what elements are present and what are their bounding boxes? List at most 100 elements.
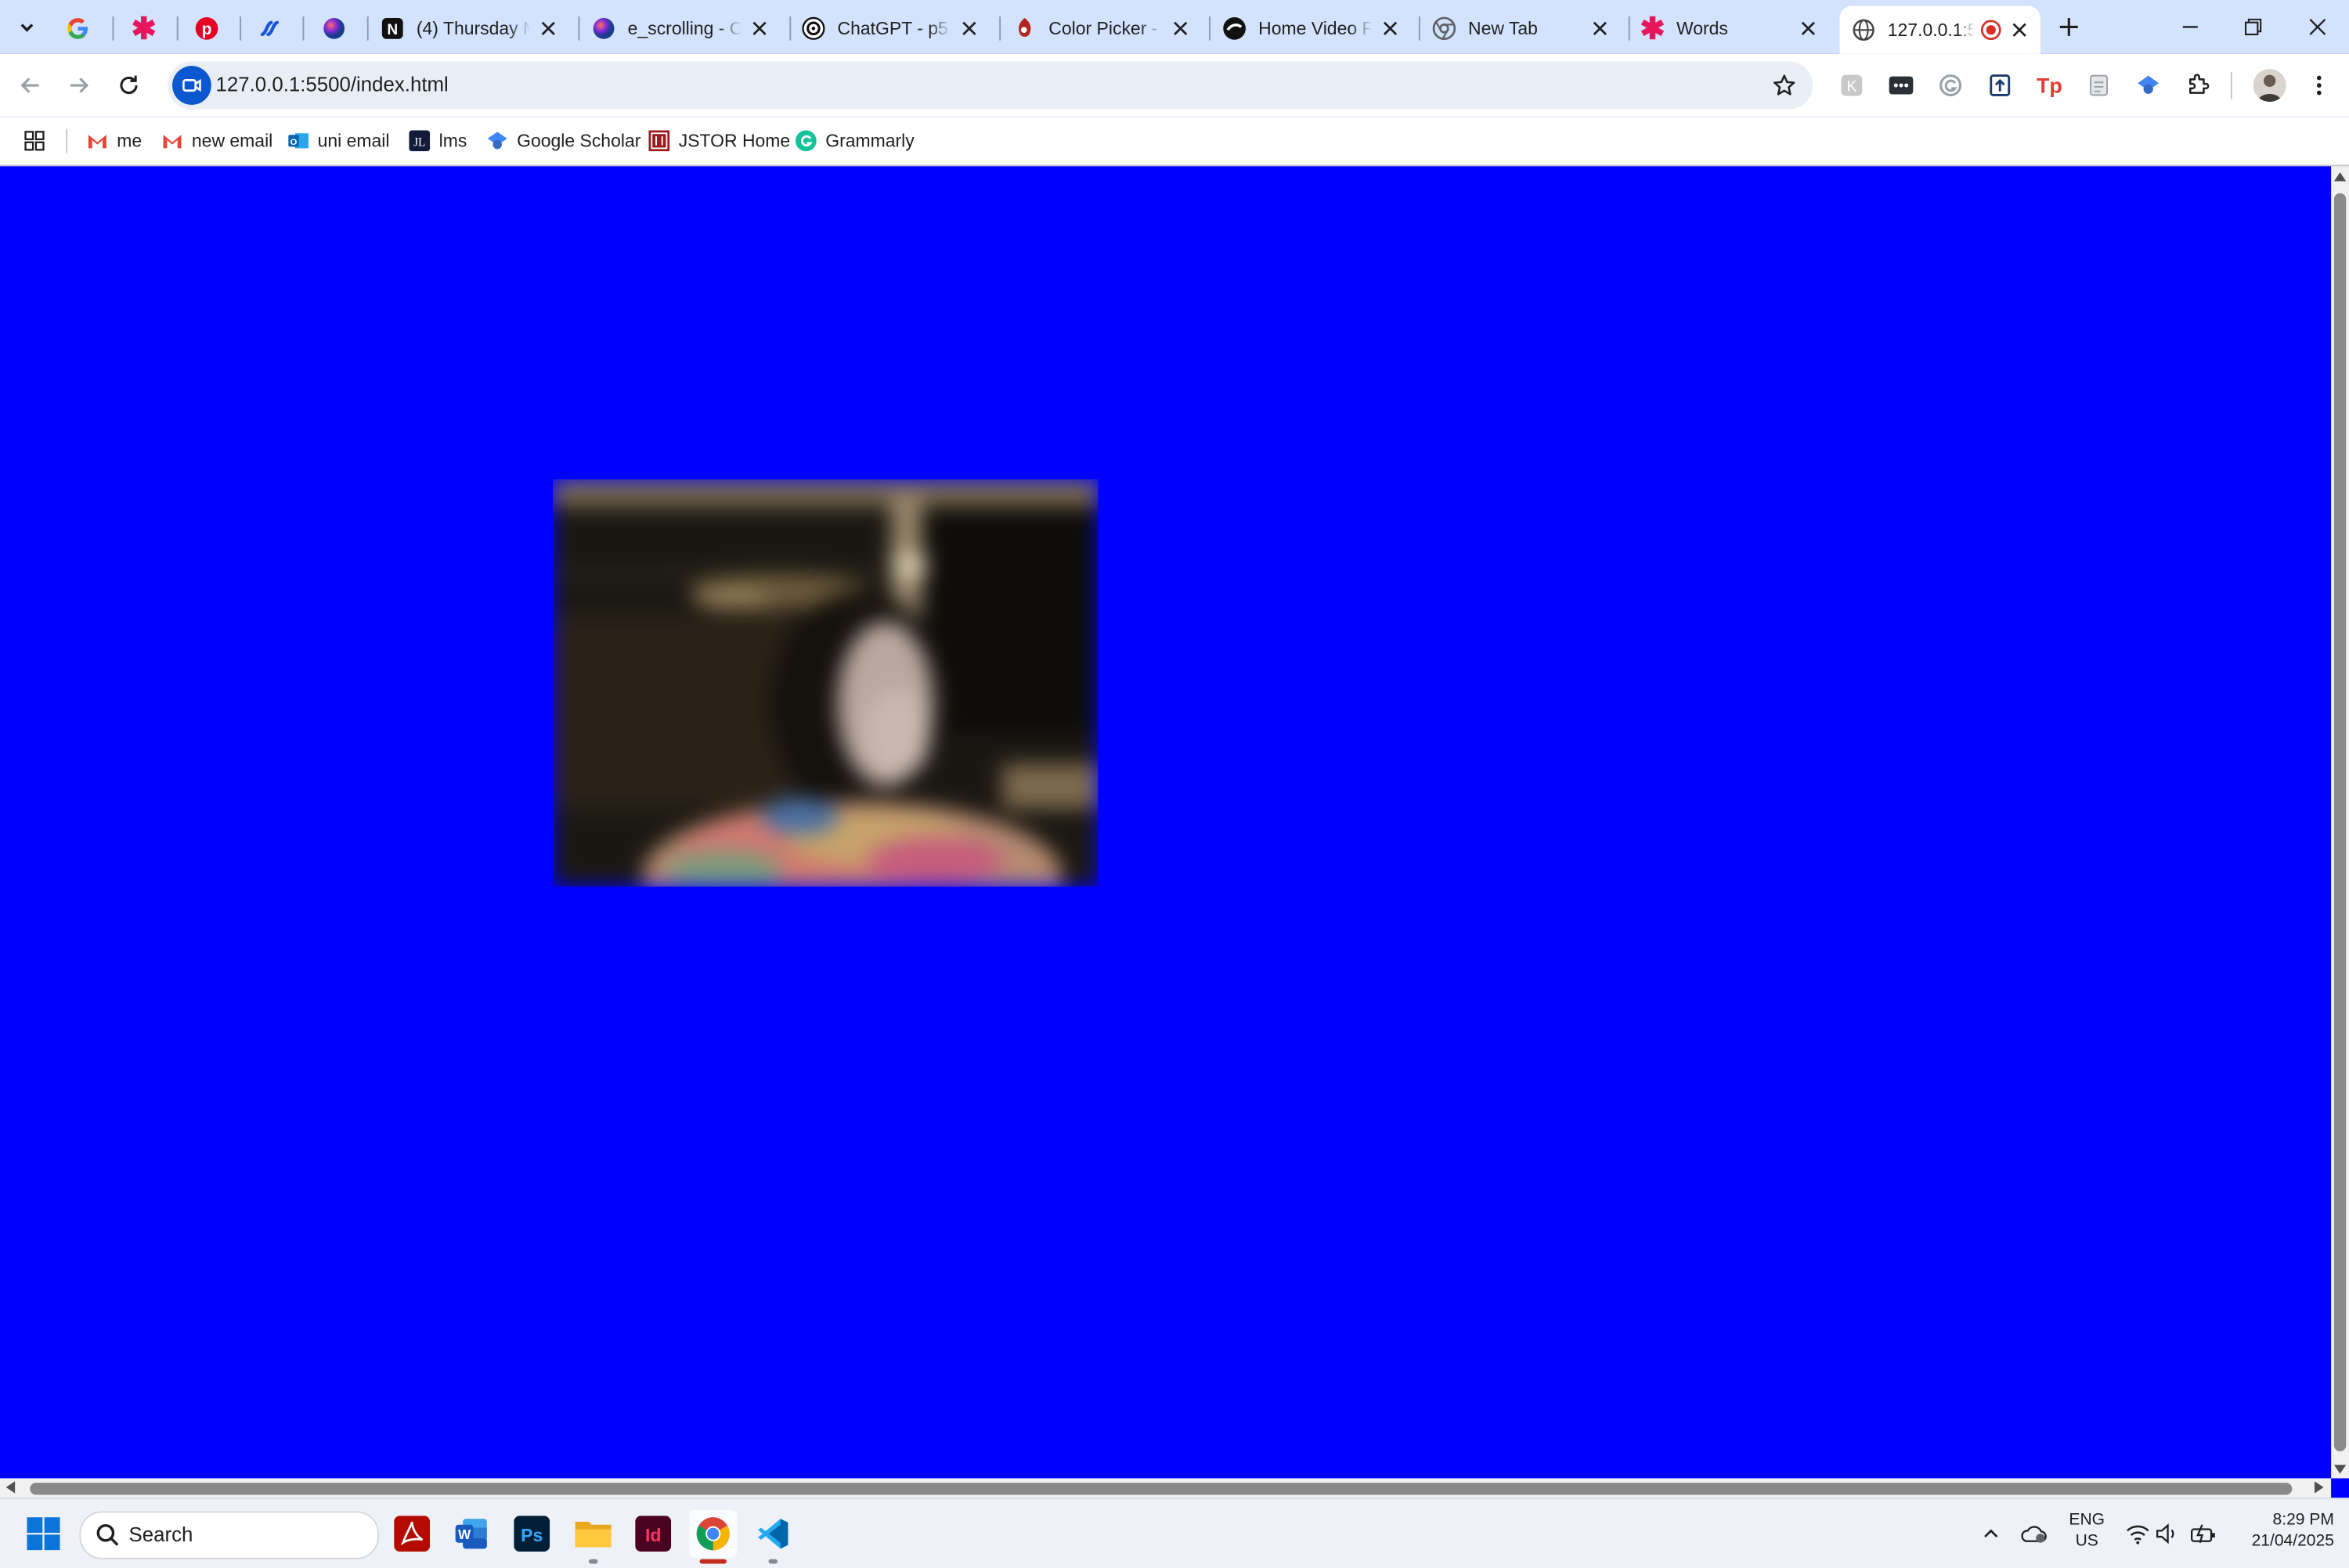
photoshop-icon[interactable]: Ps — [508, 1510, 556, 1558]
tab-localhost-active[interactable]: 127.0.0.1:55 — [1839, 5, 2040, 54]
back-button[interactable] — [9, 64, 51, 106]
scroll-left-arrow-icon[interactable] — [5, 1481, 16, 1494]
clock-time: 8:29 PM — [2272, 1511, 2334, 1530]
tab-color-picker[interactable]: Color Picker - C — [1012, 6, 1201, 51]
taskbar-search-box[interactable]: Search — [79, 1511, 380, 1559]
bookmark-me[interactable]: me — [87, 126, 142, 156]
tp-icon[interactable]: Tp — [2034, 70, 2064, 100]
tab-asterisk[interactable]: ✱ — [132, 6, 164, 51]
tab-title: ChatGPT - p5.js — [837, 17, 951, 39]
vertical-scroll-thumb[interactable] — [2333, 193, 2347, 1451]
vertical-scrollbar[interactable] — [2331, 166, 2349, 1479]
globe-icon — [1852, 18, 1876, 42]
acrobat-icon[interactable] — [388, 1510, 436, 1558]
start-icon[interactable] — [20, 1510, 67, 1558]
google-icon — [66, 16, 90, 41]
region-label: US — [2075, 1532, 2098, 1551]
chevron-up-icon[interactable] — [1978, 1520, 2004, 1547]
tab-home-video[interactable]: Home Video Fo — [1222, 6, 1411, 51]
minimize-button[interactable] — [2159, 0, 2221, 54]
bookmark-grammarly[interactable]: Grammarly — [795, 126, 915, 156]
pinterest-icon: p — [195, 16, 219, 41]
close-icon[interactable] — [2008, 18, 2032, 42]
tab-title: 127.0.0.1:55 — [1887, 19, 1975, 41]
tab-chatgpt[interactable]: ChatGPT - p5.js — [802, 6, 990, 51]
battery-charging-icon[interactable] — [2190, 1520, 2217, 1547]
close-icon[interactable] — [958, 16, 982, 41]
forward-button[interactable] — [59, 64, 101, 106]
tab-google[interactable] — [66, 6, 99, 51]
notion-icon: N — [381, 16, 405, 41]
grammarly-icon — [795, 130, 817, 152]
puzzle-icon[interactable] — [2183, 70, 2213, 100]
bookmark-jstor[interactable]: JSTOR Home — [648, 126, 790, 156]
language-indicator[interactable]: ENG US — [2062, 1512, 2113, 1551]
close-icon[interactable] — [1588, 16, 1612, 41]
indesign-icon[interactable]: Id — [630, 1510, 677, 1558]
bookmark-label: Google Scholar — [517, 130, 641, 152]
close-icon[interactable] — [1796, 16, 1820, 41]
onedrive-icon[interactable] — [2021, 1520, 2048, 1547]
close-icon[interactable] — [748, 16, 772, 41]
vscode-icon[interactable] — [749, 1510, 797, 1558]
tab-new-tab[interactable]: New Tab — [1432, 6, 1621, 51]
kebab-menu-button[interactable] — [2304, 70, 2334, 100]
tab-e-scrolling[interactable]: e_scrolling - Op — [592, 6, 781, 51]
ext-doc-icon[interactable] — [2084, 70, 2113, 100]
clock-date: 21/04/2025 — [2251, 1532, 2334, 1551]
address-bar[interactable]: 127.0.0.1:5500/index.html — [168, 61, 1813, 110]
grammarly-ext-icon[interactable] — [1936, 70, 1965, 100]
close-icon[interactable] — [536, 16, 561, 41]
site-camera-indicator[interactable] — [172, 66, 211, 105]
tab-search-button[interactable] — [9, 9, 45, 45]
svg-text:K: K — [1846, 79, 1856, 96]
bookmark-star-button[interactable] — [1771, 72, 1798, 99]
word-icon[interactable]: W — [448, 1510, 496, 1558]
restore-button[interactable] — [2221, 0, 2284, 54]
svg-text:N: N — [387, 22, 398, 38]
profile-avatar[interactable] — [2253, 69, 2286, 103]
tab-ai-orb[interactable] — [322, 6, 355, 51]
wifi-icon[interactable] — [2124, 1520, 2151, 1547]
horizontal-scroll-thumb[interactable] — [30, 1483, 2293, 1495]
plus-icon — [2059, 17, 2078, 36]
browser-toolbar: 127.0.0.1:5500/index.html K Tp — [0, 53, 2349, 117]
chrome-icon[interactable] — [689, 1509, 738, 1558]
horizontal-scrollbar[interactable] — [0, 1478, 2332, 1498]
tab-link[interactable] — [258, 6, 290, 51]
new-tab-button[interactable] — [2054, 12, 2084, 41]
bookmark-label: JSTOR Home — [678, 130, 791, 152]
svg-text:Id: Id — [645, 1525, 661, 1545]
ext-upload-icon[interactable] — [1985, 70, 2015, 100]
page-canvas — [0, 166, 2332, 1479]
webcam-video — [553, 479, 1099, 887]
ext-dots-icon[interactable] — [1886, 70, 1916, 100]
tab-pinterest[interactable]: p — [195, 6, 228, 51]
scroll-right-arrow-icon[interactable] — [2313, 1481, 2325, 1494]
close-icon[interactable] — [1168, 16, 1193, 41]
tab-words[interactable]: ✱ Words — [1640, 6, 1829, 51]
close-window-button[interactable] — [2286, 0, 2349, 54]
clock[interactable]: 8:29 PM 21/04/2025 — [2226, 1512, 2334, 1551]
reload-button[interactable] — [108, 64, 150, 106]
outlook-icon: O — [287, 130, 309, 151]
tab-thursday[interactable]: N (4) Thursday Mo — [381, 6, 569, 51]
bookmark-uni-email[interactable]: O uni email — [287, 126, 390, 156]
ext-k-icon[interactable]: K — [1837, 70, 1867, 100]
scholar-ext-icon[interactable] — [2134, 70, 2163, 100]
volume-icon[interactable] — [2154, 1520, 2181, 1547]
scroll-down-arrow-icon[interactable] — [2333, 1463, 2347, 1475]
bookmark-lms[interactable]: JL lms — [409, 126, 467, 156]
apps-shortcut[interactable] — [23, 126, 47, 156]
chrome-icon — [1432, 16, 1456, 41]
ai-orb-icon — [322, 16, 346, 41]
file-explorer-icon[interactable] — [569, 1510, 617, 1558]
close-icon[interactable] — [1378, 16, 1402, 41]
tab-title: Home Video Fo — [1258, 17, 1373, 39]
video-camera-icon — [182, 78, 201, 92]
close-icon — [2309, 19, 2326, 35]
gmail-icon — [87, 130, 108, 151]
scroll-up-arrow-icon[interactable] — [2333, 171, 2347, 182]
bookmark-new-email[interactable]: new email — [162, 126, 272, 156]
bookmark-google-scholar[interactable]: Google Scholar — [487, 126, 641, 156]
